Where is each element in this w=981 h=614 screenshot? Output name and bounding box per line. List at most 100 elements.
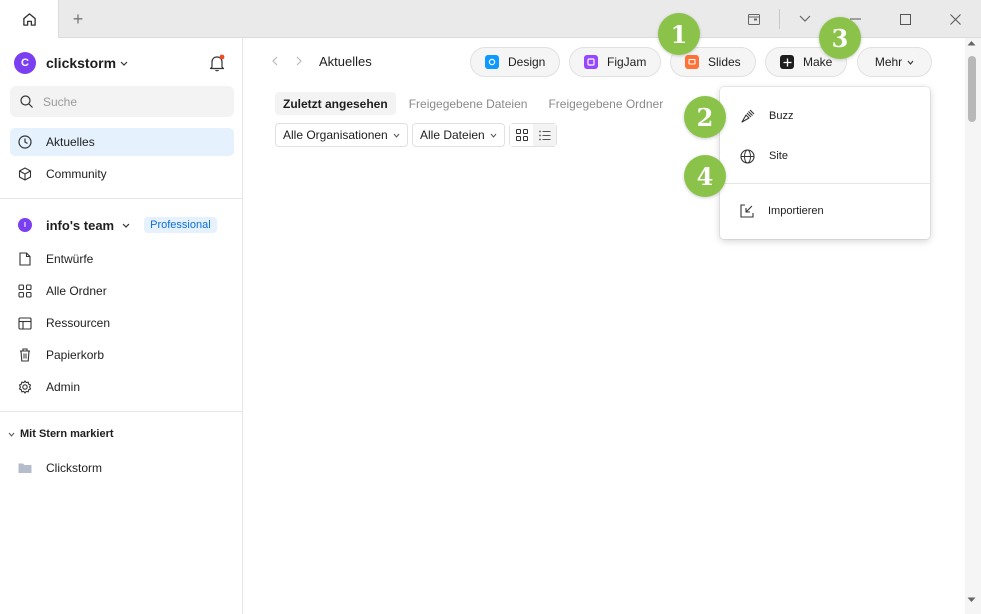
sidebar-divider [0, 198, 243, 199]
filter-label: Alle Dateien [420, 128, 485, 142]
sidebar-item-label: Alle Ordner [46, 284, 107, 298]
grid-view-button[interactable] [510, 124, 533, 146]
sidebar-item-admin[interactable]: Admin [10, 373, 234, 401]
new-figjam-button[interactable]: FigJam [569, 47, 662, 77]
chevron-right-icon [296, 56, 302, 66]
back-button[interactable] [267, 53, 283, 69]
organisation-filter[interactable]: Alle Organisationen [275, 123, 408, 147]
sidebar-item-clickstorm[interactable]: Clickstorm [10, 454, 234, 482]
sidebar-item-community[interactable]: Community [10, 160, 234, 188]
starred-section-label: Mit Stern markiert [20, 428, 114, 440]
sidebar-item-alle-ordner[interactable]: Alle Ordner [10, 277, 234, 305]
sidebar-item-papierkorb[interactable]: Papierkorb [10, 341, 234, 369]
import-icon [740, 204, 754, 218]
grid-icon [515, 129, 528, 141]
more-button[interactable]: Mehr [857, 47, 932, 77]
list-view-button[interactable] [533, 124, 556, 146]
sidebar: C clickstorm Aktuelles Community I info'… [0, 38, 243, 614]
new-tab-button[interactable]: + [59, 0, 97, 38]
tab-freigegebene-dateien[interactable]: Freigegebene Dateien [401, 92, 536, 115]
slides-icon [685, 55, 699, 69]
menu-item-label: Buzz [769, 110, 794, 122]
menu-item-importieren[interactable]: Importieren [720, 196, 930, 226]
community-icon [18, 167, 32, 181]
chevron-down-icon [122, 223, 130, 228]
team-avatar: I [18, 218, 32, 232]
menu-item-site[interactable]: Site [720, 141, 930, 171]
sidebar-item-aktuelles[interactable]: Aktuelles [10, 128, 234, 156]
starred-section-toggle[interactable]: Mit Stern markiert [8, 428, 114, 440]
new-design-button[interactable]: Design [470, 47, 561, 77]
button-label: Mehr [874, 55, 903, 69]
file-icon [18, 252, 32, 266]
sidebar-item-label: Entwürfe [46, 252, 94, 266]
make-icon [780, 55, 794, 69]
sidebar-item-label: Admin [46, 380, 81, 394]
close-window-button[interactable] [930, 0, 980, 38]
search-input[interactable] [43, 94, 213, 109]
search-box[interactable] [10, 86, 234, 117]
chevron-down-icon [799, 15, 811, 22]
bell-icon [209, 54, 225, 72]
sidebar-item-label: Ressourcen [46, 316, 111, 330]
annotation-marker-3: 3 [819, 17, 861, 59]
trash-icon [18, 348, 32, 362]
sidebar-item-label: Papierkorb [46, 348, 105, 362]
sidebar-item-label: Clickstorm [46, 461, 102, 475]
list-icon [538, 130, 550, 140]
sidebar-divider [0, 411, 243, 412]
menu-item-buzz[interactable]: Buzz [720, 101, 930, 131]
chevron-down-icon [490, 133, 497, 138]
scroll-up-icon[interactable] [967, 40, 976, 46]
folder-icon [18, 461, 32, 475]
window-layout-icon [748, 13, 760, 25]
view-toggle [509, 123, 557, 147]
vertical-scrollbar[interactable] [965, 38, 981, 614]
annotation-marker-2: 2 [684, 96, 726, 138]
grid-icon [18, 284, 32, 298]
sidebar-item-entwuerfe[interactable]: Entwürfe [10, 245, 234, 273]
button-label: Slides [708, 55, 741, 69]
home-tab[interactable] [0, 0, 59, 38]
menu-item-label: Site [769, 150, 788, 162]
menu-separator [720, 183, 930, 184]
sidebar-item-ressourcen[interactable]: Ressourcen [10, 309, 234, 337]
close-icon [949, 13, 961, 25]
scrollbar-thumb[interactable] [968, 56, 976, 122]
maximize-icon [899, 13, 911, 25]
menu-item-label: Importieren [768, 205, 824, 217]
chevron-left-icon [272, 56, 278, 66]
scroll-down-icon[interactable] [967, 597, 976, 603]
org-switcher[interactable]: C clickstorm [14, 52, 128, 74]
chevron-down-icon [907, 60, 914, 65]
button-label: FigJam [607, 55, 647, 69]
org-name: clickstorm [46, 55, 117, 71]
button-label: Design [508, 55, 546, 69]
annotation-marker-1: 1 [658, 13, 700, 55]
figjam-icon [584, 55, 598, 69]
annotation-marker-4: 4 [684, 155, 726, 197]
team-switcher[interactable]: I info's team Professional [18, 215, 217, 235]
buzz-icon [741, 109, 755, 123]
forward-button[interactable] [291, 53, 307, 69]
chevron-down-icon [393, 133, 400, 138]
org-avatar: C [14, 52, 36, 74]
tab-zuletzt-angesehen[interactable]: Zuletzt angesehen [275, 92, 396, 115]
maximize-button[interactable] [880, 0, 930, 38]
globe-icon [740, 148, 755, 164]
tab-freigegebene-ordner[interactable]: Freigegebene Ordner [540, 92, 671, 115]
filter-label: Alle Organisationen [283, 128, 388, 142]
chevron-down-icon [120, 61, 128, 66]
notifications-button[interactable] [209, 54, 225, 72]
plan-badge: Professional [144, 217, 217, 233]
file-type-filter[interactable]: Alle Dateien [412, 123, 505, 147]
search-icon [20, 95, 33, 108]
home-icon [22, 12, 36, 26]
gear-icon [18, 380, 32, 394]
chevron-down-icon [8, 432, 15, 437]
clock-icon [18, 135, 32, 149]
window-layout-button[interactable] [729, 0, 779, 38]
design-icon [485, 55, 499, 69]
more-dropdown-menu: Buzz Site Importieren [720, 87, 930, 239]
sidebar-item-label: Community [46, 167, 107, 181]
